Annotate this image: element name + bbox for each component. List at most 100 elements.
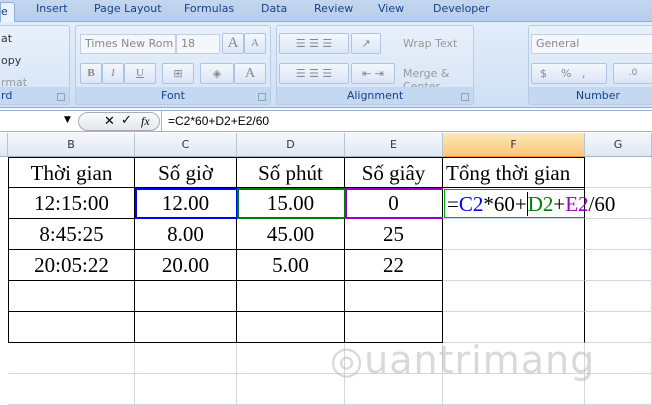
- tab-data[interactable]: Data: [261, 2, 287, 15]
- shrink-font-button[interactable]: A: [244, 33, 266, 54]
- corner: [0, 133, 8, 157]
- underline-button[interactable]: U: [124, 63, 156, 84]
- font-color-button[interactable]: A: [234, 63, 266, 84]
- number-group: General $ % , .0 Number: [528, 25, 652, 105]
- column-header-e[interactable]: E: [345, 133, 443, 157]
- ref-c2: C2: [458, 192, 484, 216]
- cell[interactable]: 12:15:00: [8, 188, 135, 219]
- format-button[interactable]: at: [1, 32, 12, 45]
- cell[interactable]: 25: [345, 219, 443, 250]
- ribbon: at opy rmat Painter rd Times New Rom 18 …: [0, 22, 652, 108]
- cell[interactable]: [585, 157, 652, 188]
- indent-buttons[interactable]: ⇤ ⇥: [351, 63, 395, 84]
- ribbon-tabs: e Insert Page Layout Formulas Data Revie…: [0, 0, 652, 22]
- borders-icon: ⊞: [173, 67, 183, 80]
- cell[interactable]: [585, 281, 652, 312]
- cell[interactable]: [135, 374, 237, 405]
- cell[interactable]: [135, 343, 237, 374]
- cell-f2-editing[interactable]: =C2*60+D2+E2/60: [444, 189, 615, 218]
- cell[interactable]: Số giờ: [135, 157, 237, 188]
- tab-view[interactable]: View: [378, 2, 404, 15]
- tab-home[interactable]: e: [0, 2, 15, 22]
- column-header-b[interactable]: B: [8, 133, 135, 157]
- copy-button[interactable]: opy: [1, 54, 21, 67]
- cell[interactable]: [8, 312, 135, 343]
- column-header-d[interactable]: D: [237, 133, 345, 157]
- horizontal-align-buttons[interactable]: ☰ ☰ ☰: [279, 63, 349, 84]
- number-format-select[interactable]: General: [531, 34, 652, 54]
- borders-button[interactable]: ⊞: [162, 63, 194, 84]
- cell[interactable]: [8, 281, 135, 312]
- cell[interactable]: [443, 219, 585, 250]
- cell[interactable]: [8, 343, 135, 374]
- cell[interactable]: [237, 312, 345, 343]
- cell[interactable]: [585, 250, 652, 281]
- cell[interactable]: [237, 374, 345, 405]
- ref-d2: D2: [526, 192, 554, 216]
- font-size-select[interactable]: 18: [176, 34, 220, 54]
- cell[interactable]: 22: [345, 250, 443, 281]
- formula-part: *60+: [483, 192, 527, 216]
- cell[interactable]: Thời gian: [8, 157, 135, 188]
- dialog-launcher-icon[interactable]: [461, 93, 469, 101]
- dialog-launcher-icon[interactable]: [258, 93, 266, 101]
- cancel-icon[interactable]: ✕: [104, 114, 115, 129]
- formula-controls: ✕ ✓ fx: [78, 112, 160, 131]
- alignment-group: ☰ ☰ ☰ ↗ ☰ ☰ ☰ ⇤ ⇥ Wrap Text Merge & Cent…: [276, 25, 474, 105]
- grow-font-button[interactable]: A: [222, 33, 244, 54]
- ref-highlight-d2: [237, 188, 346, 219]
- watermark-logo: ◎uantrimang: [330, 338, 596, 382]
- column-header-f[interactable]: F: [443, 133, 585, 157]
- wrap-text-button[interactable]: Wrap Text: [403, 37, 457, 50]
- dialog-launcher-icon[interactable]: [57, 93, 65, 101]
- tab-review[interactable]: Review: [314, 2, 353, 15]
- cell[interactable]: 8.00: [135, 219, 237, 250]
- orientation-button[interactable]: ↗: [351, 33, 381, 54]
- column-header-c[interactable]: C: [135, 133, 237, 157]
- increase-decimal-button[interactable]: .0: [613, 63, 652, 84]
- clipboard-group: at opy rmat Painter rd: [0, 25, 70, 105]
- currency-icon: $: [540, 67, 547, 80]
- cell[interactable]: Số phút: [237, 157, 345, 188]
- tab-formulas[interactable]: Formulas: [184, 2, 234, 15]
- alignment-label: Alignment: [277, 87, 473, 104]
- ref-e2: E2: [565, 192, 589, 216]
- cell[interactable]: Số giây: [345, 157, 443, 188]
- tab-developer[interactable]: Developer: [433, 2, 490, 15]
- cell[interactable]: [585, 219, 652, 250]
- tab-insert[interactable]: Insert: [36, 2, 68, 15]
- italic-button[interactable]: I: [102, 63, 124, 84]
- cell[interactable]: Tổng thời gian: [443, 157, 585, 188]
- font-name-select[interactable]: Times New Rom: [80, 34, 176, 54]
- cell[interactable]: 20:05:22: [8, 250, 135, 281]
- insert-function-icon[interactable]: fx: [141, 114, 150, 129]
- ref-highlight-c2: [135, 188, 238, 219]
- formula-bar: ▼ ✕ ✓ fx =C2*60+D2+E2/60: [0, 110, 652, 132]
- cell[interactable]: 20.00: [135, 250, 237, 281]
- ref-highlight-e2: [345, 188, 443, 219]
- orientation-icon: ↗: [361, 37, 371, 50]
- cell[interactable]: [237, 343, 345, 374]
- tab-page-layout[interactable]: Page Layout: [94, 2, 162, 15]
- cell[interactable]: 45.00: [237, 219, 345, 250]
- formula-input[interactable]: =C2*60+D2+E2/60: [168, 114, 269, 128]
- name-box-dropdown-icon[interactable]: ▼: [64, 115, 71, 125]
- font-group: Times New Rom 18 A A B I U ⊞ ◈ A Font: [75, 25, 271, 105]
- cell[interactable]: [135, 281, 237, 312]
- cell[interactable]: [345, 281, 443, 312]
- fill-color-button[interactable]: ◈: [200, 63, 234, 84]
- cell[interactable]: 5.00: [237, 250, 345, 281]
- enter-icon[interactable]: ✓: [121, 113, 132, 128]
- accounting-button[interactable]: $ % ,: [531, 63, 607, 84]
- paint-bucket-icon: ◈: [212, 67, 222, 80]
- cell[interactable]: 8:45:25: [8, 219, 135, 250]
- formula-part: /60: [588, 192, 616, 216]
- column-header-g[interactable]: G: [585, 133, 652, 157]
- cell[interactable]: [443, 250, 585, 281]
- cell[interactable]: [443, 281, 585, 312]
- bold-button[interactable]: B: [80, 63, 102, 84]
- cell[interactable]: [135, 312, 237, 343]
- cell[interactable]: [237, 281, 345, 312]
- cell[interactable]: [8, 374, 135, 405]
- vertical-align-buttons[interactable]: ☰ ☰ ☰: [279, 33, 349, 54]
